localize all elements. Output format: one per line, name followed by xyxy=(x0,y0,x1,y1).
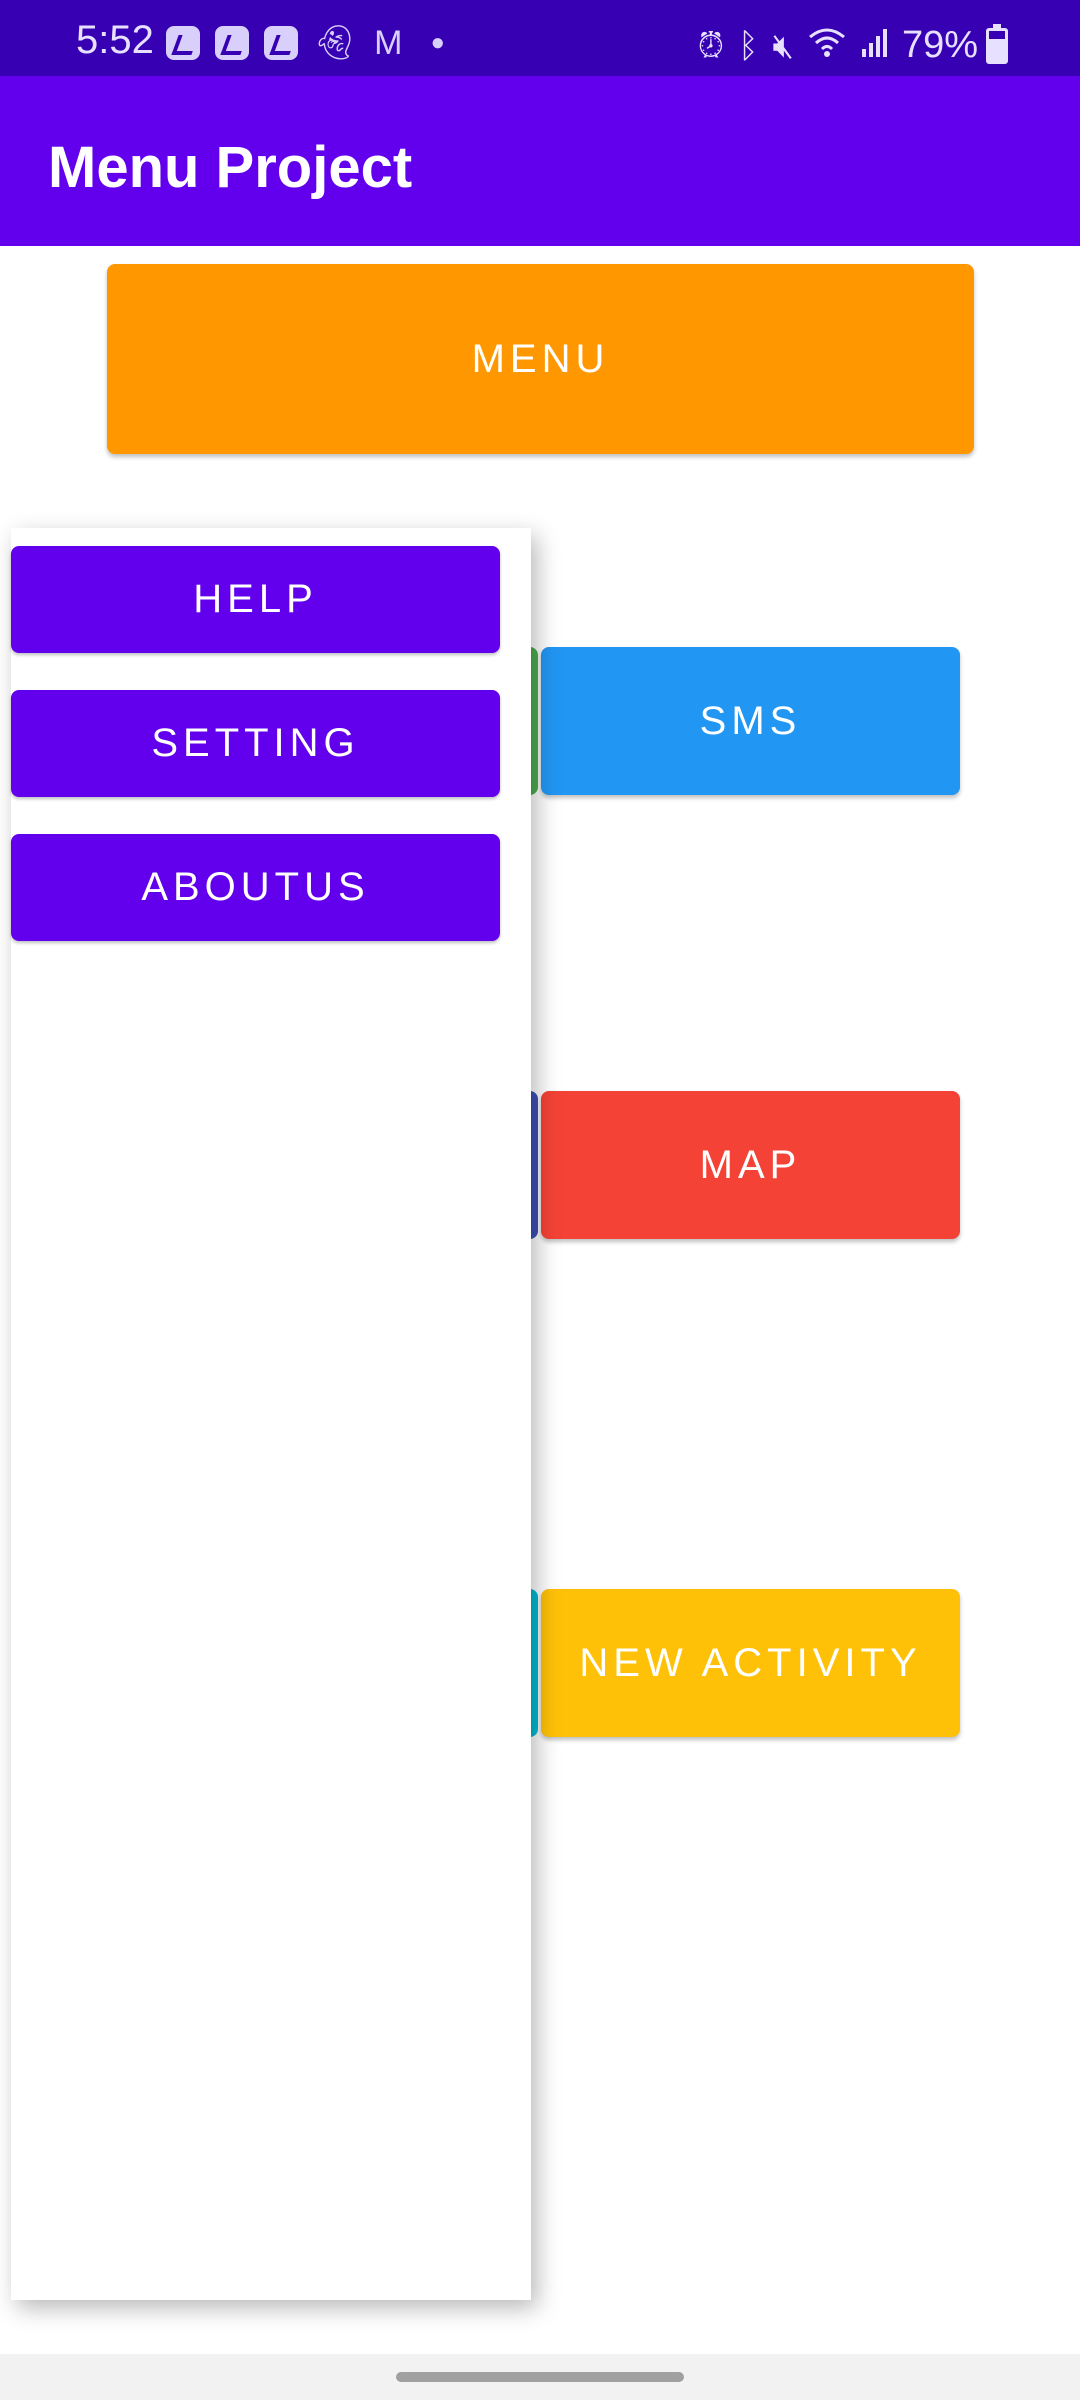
mute-icon: 🔇︎ xyxy=(772,26,794,65)
gmail-icon: M xyxy=(374,24,403,62)
map-button[interactable]: MAP xyxy=(541,1091,960,1239)
help-menu-item[interactable]: HELP xyxy=(11,546,500,653)
alarm-icon: ⏰︎ xyxy=(697,26,725,65)
app-notification-icon xyxy=(264,26,298,60)
notification-icons: 👻︎ M ● xyxy=(166,26,463,60)
snapchat-icon: 👻︎ xyxy=(313,24,357,62)
setting-menu-item[interactable]: SETTING xyxy=(11,690,500,797)
wifi-icon xyxy=(808,25,846,66)
status-time: 5:52 xyxy=(76,18,154,62)
home-indicator[interactable] xyxy=(396,2372,684,2382)
new-activity-button[interactable]: NEW ACTIVITY xyxy=(541,1589,960,1737)
app-title: Menu Project xyxy=(48,135,413,200)
navigation-bar xyxy=(0,2354,1080,2400)
dot-icon: ● xyxy=(430,29,446,56)
aboutus-menu-item[interactable]: ABOUTUS xyxy=(11,834,500,941)
sms-button[interactable]: SMS xyxy=(541,647,960,795)
app-notification-icon xyxy=(166,26,200,60)
signal-icon xyxy=(860,27,890,64)
system-icons: ⏰︎ ᛒ 🔇︎ 79% xyxy=(684,23,1008,67)
app-notification-icon xyxy=(215,26,249,60)
battery-icon xyxy=(986,23,1008,64)
app-bar: Menu Project xyxy=(0,76,1080,246)
menu-button[interactable]: MENU xyxy=(107,264,974,454)
battery-percentage: 79% xyxy=(901,24,978,66)
bluetooth-icon: ᛒ xyxy=(738,26,759,65)
popup-menu: HELP SETTING ABOUTUS xyxy=(11,528,531,2300)
status-bar: 5:52 👻︎ M ● ⏰︎ ᛒ 🔇︎ 79% xyxy=(0,0,1080,76)
